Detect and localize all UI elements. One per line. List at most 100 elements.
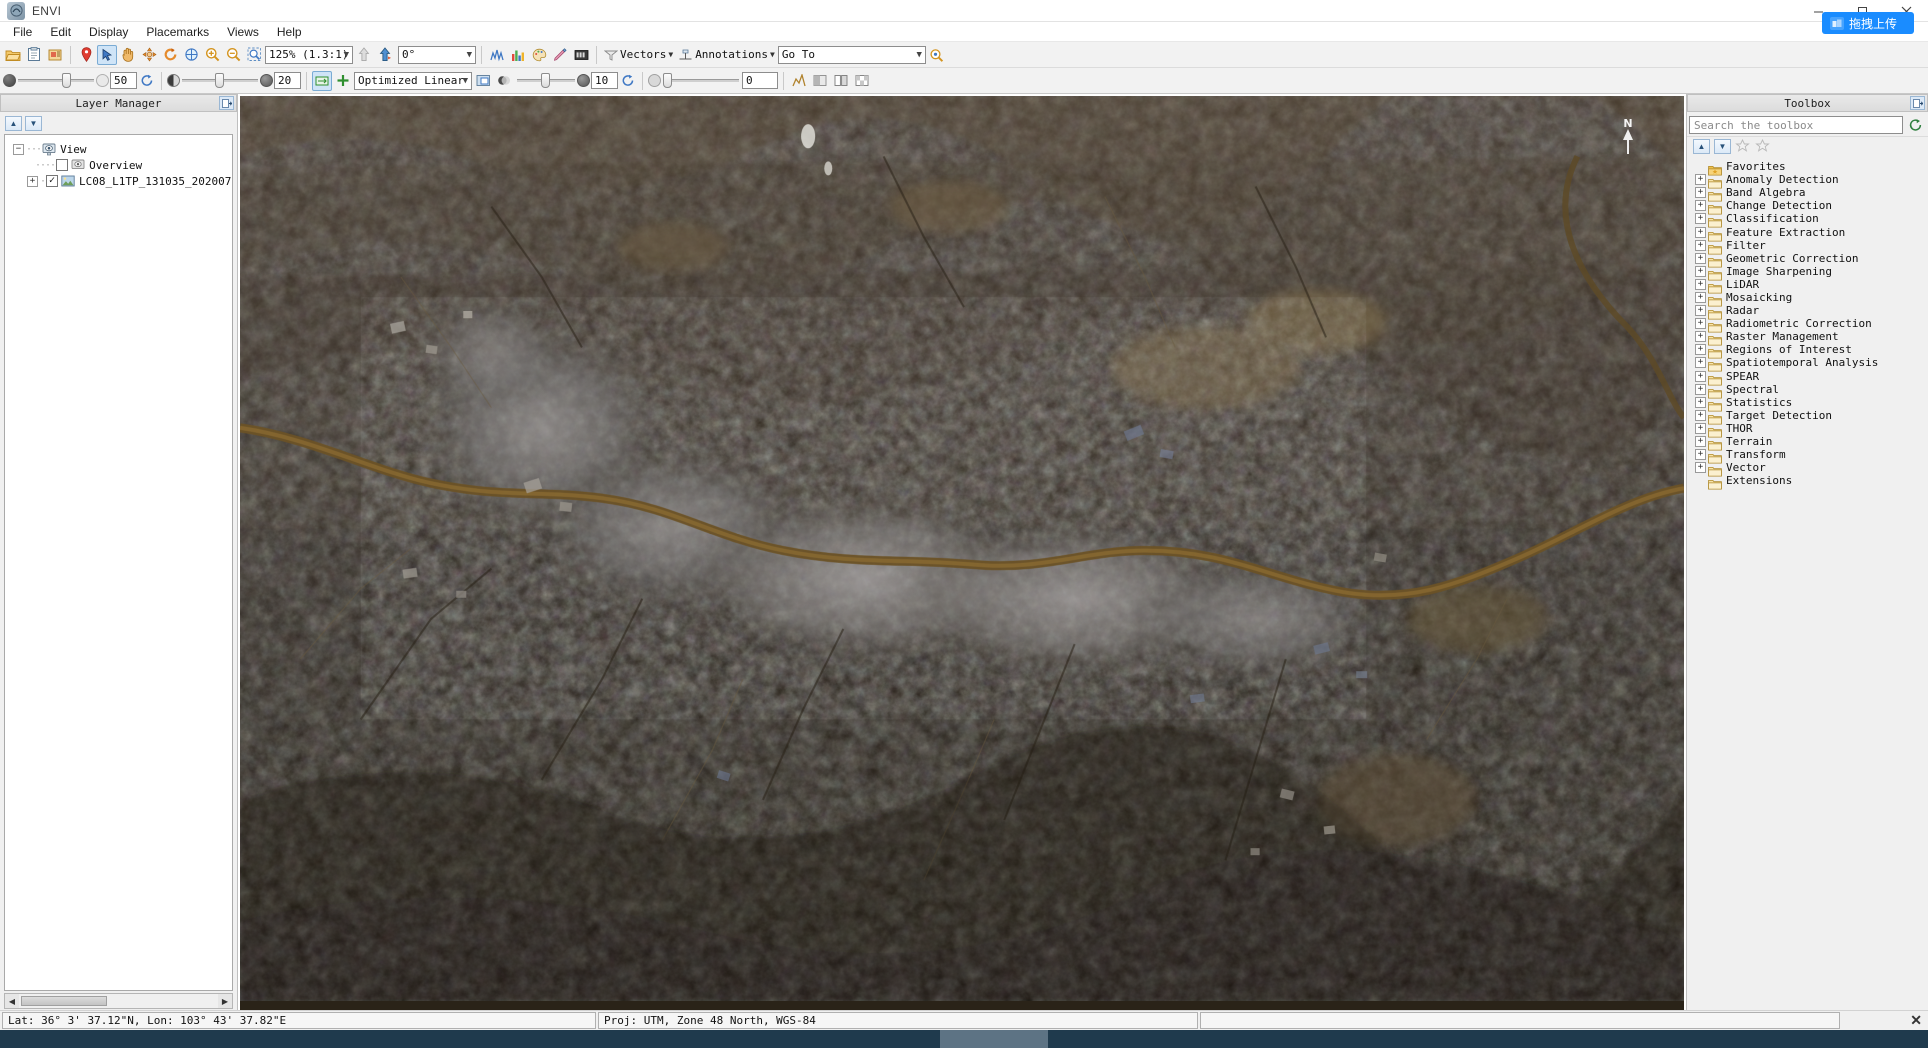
expander-icon[interactable]: + — [1695, 265, 1706, 277]
rotate-north-icon[interactable] — [375, 45, 395, 65]
expander-icon[interactable]: + — [1695, 174, 1706, 186]
toolbox-item[interactable]: + Mosaicking — [1687, 291, 1928, 307]
chart-tool-icon[interactable] — [789, 71, 809, 91]
placemark-icon[interactable] — [76, 45, 96, 65]
scroll-thumb[interactable] — [21, 996, 107, 1006]
toolbox-item[interactable]: + THOR — [1687, 422, 1928, 438]
expander-icon[interactable]: + — [1695, 291, 1706, 303]
sharpen-track[interactable] — [663, 73, 739, 88]
transparency-tool-icon[interactable] — [852, 71, 872, 91]
expander-icon[interactable]: + — [1695, 252, 1706, 264]
toolbox-item[interactable]: + SPEAR — [1687, 370, 1928, 386]
expander-icon[interactable]: + — [1695, 357, 1706, 369]
toolbox-item[interactable]: + Target Detection — [1687, 409, 1928, 425]
expander-icon[interactable]: + — [1695, 278, 1706, 290]
expander-icon[interactable]: + — [1695, 331, 1706, 343]
contrast-reset-icon[interactable] — [619, 72, 637, 90]
menu-placemarks[interactable]: Placemarks — [137, 23, 218, 41]
sharpen-value[interactable]: 0 — [742, 72, 778, 89]
expander-icon[interactable]: + — [1695, 226, 1706, 238]
contrast-track[interactable] — [517, 73, 575, 88]
contrast-slider[interactable] — [515, 71, 590, 91]
toolbox-expand-button[interactable]: ▼ — [1714, 139, 1731, 154]
toolbox-item[interactable]: + Geometric Correction — [1687, 252, 1928, 268]
contrast-value[interactable]: 10 — [591, 72, 618, 89]
toolbox-item[interactable]: + Change Detection — [1687, 199, 1928, 215]
toolbox-search-input[interactable]: Search the toolbox — [1689, 116, 1903, 134]
menu-display[interactable]: Display — [80, 23, 137, 41]
layer-tree-hscrollbar[interactable]: ◀ ▶ — [4, 993, 233, 1009]
expander-icon[interactable]: + — [1695, 239, 1706, 251]
swipe-tool-icon[interactable] — [810, 71, 830, 91]
toolbox-item[interactable]: + Anomaly Detection — [1687, 173, 1928, 189]
expander-icon[interactable]: + — [1695, 383, 1706, 395]
zoom-to-box-icon[interactable] — [244, 45, 264, 65]
blend-icon[interactable] — [494, 71, 514, 91]
pan-tool-icon[interactable] — [118, 45, 138, 65]
transparency-thumb[interactable] — [62, 73, 71, 88]
expander-icon[interactable]: + — [1695, 370, 1706, 382]
rotate-tool-icon[interactable] — [160, 45, 180, 65]
satellite-image-canvas[interactable]: N — [240, 96, 1684, 1010]
toolbox-collapse-button[interactable]: ▲ — [1693, 139, 1710, 154]
sharpen-slider[interactable] — [648, 71, 741, 91]
toolbox-item[interactable]: + Terrain — [1687, 435, 1928, 451]
cursor-value-icon[interactable] — [571, 45, 591, 65]
annotation-pen-icon[interactable] — [550, 45, 570, 65]
expander-icon[interactable]: + — [1695, 409, 1706, 421]
rotation-combo[interactable]: 0° ▼ — [398, 45, 476, 64]
expander-icon[interactable]: + — [1695, 449, 1706, 461]
zoom-level-combo[interactable]: 125% (1.3:1) ▼ — [265, 45, 353, 64]
overview-checkbox[interactable] — [56, 159, 69, 171]
close-status-icon[interactable]: ✕ — [1910, 1012, 1922, 1029]
toolbox-item[interactable]: + Spatiotemporal Analysis — [1687, 356, 1928, 372]
expander-icon[interactable]: + — [1695, 462, 1706, 474]
brightness-track[interactable] — [182, 73, 258, 88]
star-add-icon[interactable] — [1735, 138, 1751, 155]
toolbox-item[interactable]: + Filter — [1687, 239, 1928, 255]
brightness-thumb[interactable] — [215, 73, 224, 88]
expander-icon[interactable]: − — [13, 143, 24, 155]
expander-icon[interactable]: + — [1695, 422, 1706, 434]
layer-move-up-button[interactable]: ▲ — [5, 115, 22, 131]
scroll-right-icon[interactable]: ▶ — [218, 994, 232, 1008]
toolbox-item[interactable]: + Classification — [1687, 212, 1928, 228]
spectral-profile-icon[interactable] — [487, 45, 507, 65]
toolbox-item[interactable]: + LiDAR — [1687, 278, 1928, 294]
toolbox-item[interactable]: Favorites — [1687, 160, 1928, 176]
toolbox-item[interactable]: + Image Sharpening — [1687, 265, 1928, 281]
brightness-slider[interactable] — [167, 71, 273, 91]
layer-tree-node-view[interactable]: − ··· View — [5, 141, 232, 157]
snap-north-icon[interactable] — [354, 45, 374, 65]
layer-tree-node-raster[interactable]: + · ✓ LC08_L1TP_131035_20200726_ — [5, 173, 232, 189]
star-remove-icon[interactable] — [1755, 138, 1771, 155]
expander-icon[interactable]: + — [27, 175, 38, 187]
toolbox-item[interactable]: + Vector — [1687, 461, 1928, 477]
toolbox-item[interactable]: + Regions of Interest — [1687, 343, 1928, 359]
transparency-value[interactable]: 50 — [110, 72, 137, 89]
toolbox-item[interactable]: + Statistics — [1687, 396, 1928, 412]
zoom-out-icon[interactable] — [223, 45, 243, 65]
vectors-menu[interactable]: Vectors ▼ — [602, 48, 675, 61]
zoom-in-icon[interactable] — [202, 45, 222, 65]
histogram-icon[interactable] — [508, 45, 528, 65]
upload-badge[interactable]: 拖拽上传 — [1822, 12, 1914, 34]
goto-button[interactable] — [927, 45, 947, 65]
refresh-icon[interactable] — [1907, 117, 1924, 134]
open-recent-icon[interactable] — [24, 45, 44, 65]
toolbox-item[interactable]: + Feature Extraction — [1687, 225, 1928, 242]
toolbox-tree[interactable]: Favorites + Anomaly Detection + Band Algebra… — [1687, 156, 1928, 1010]
toolbox-item[interactable]: + Radar — [1687, 304, 1928, 320]
goto-combo[interactable]: Go To ▼ — [777, 45, 926, 64]
expander-icon[interactable]: + — [1695, 187, 1706, 199]
fly-tool-icon[interactable] — [139, 45, 159, 65]
menu-file[interactable]: File — [4, 23, 41, 41]
transparency-slider[interactable] — [3, 71, 109, 91]
flicker-tool-icon[interactable] — [831, 71, 851, 91]
pin-panel-icon[interactable] — [1910, 96, 1925, 110]
expander-icon[interactable]: + — [1695, 436, 1706, 448]
expander-icon[interactable]: + — [1695, 344, 1706, 356]
color-mapping-icon[interactable] — [529, 45, 549, 65]
menu-views[interactable]: Views — [218, 23, 268, 41]
data-manager-icon[interactable] — [45, 45, 65, 65]
